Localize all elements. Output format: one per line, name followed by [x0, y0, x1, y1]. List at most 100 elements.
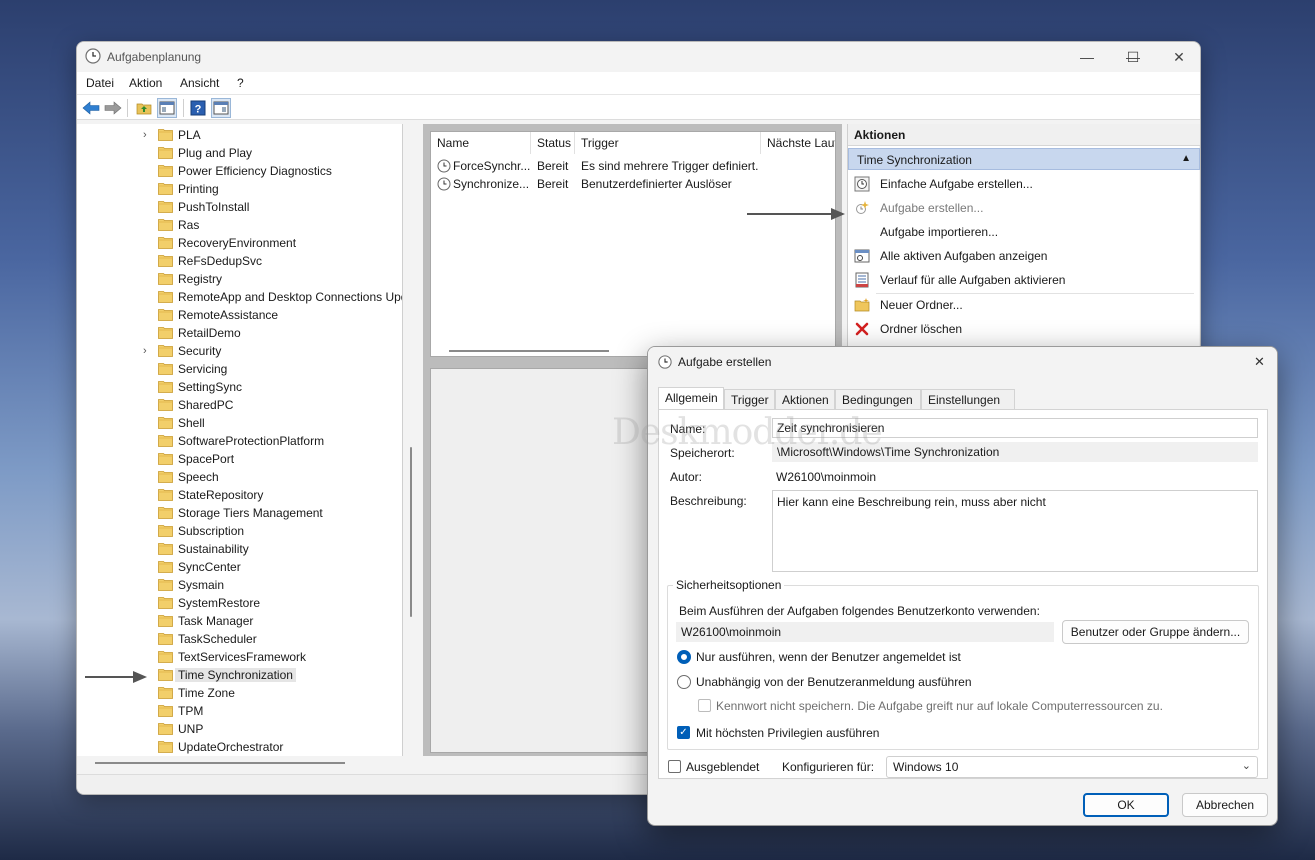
back-arrow-icon[interactable]	[81, 98, 101, 118]
tree-item[interactable]: SystemRestore	[77, 594, 402, 612]
task-name: Synchronize...	[453, 177, 530, 191]
tree-item[interactable]: Storage Tiers Management	[77, 504, 402, 522]
task-trigger: Benutzerdefinierter Auslöser	[581, 177, 732, 191]
maximize-button[interactable]: ☐	[1110, 42, 1156, 72]
tree-item-label: PushToInstall	[178, 200, 250, 214]
tree-horizontal-scrollbar[interactable]	[95, 762, 345, 764]
tree-vertical-scrollbar[interactable]	[410, 447, 412, 617]
up-folder-icon[interactable]	[134, 98, 154, 118]
tree-item[interactable]: Sustainability	[77, 540, 402, 558]
action-create-basic-task[interactable]: Einfache Aufgabe erstellen...	[848, 172, 1200, 196]
collapse-chevron-icon[interactable]: ▲	[1181, 153, 1191, 164]
tree-item-label: Time Zone	[178, 686, 235, 700]
tree-item[interactable]: Sysmain	[77, 576, 402, 594]
menu-datei[interactable]: Datei	[86, 76, 114, 90]
action-new-folder[interactable]: Neuer Ordner...	[848, 293, 1200, 317]
menu-help[interactable]: ?	[237, 76, 244, 90]
tree-item[interactable]: Subscription	[77, 522, 402, 540]
tree-item[interactable]: RemoteApp and Desktop Connections Upd	[77, 288, 402, 306]
menu-ansicht[interactable]: Ansicht	[180, 76, 219, 90]
tab-aktionen[interactable]: Aktionen	[775, 389, 835, 409]
minimize-button[interactable]: —	[1064, 42, 1110, 72]
configure-for-select[interactable]: Windows 10 ⌄	[886, 756, 1258, 778]
column-header-status[interactable]: Status	[531, 132, 575, 154]
tree-item[interactable]: TextServicesFramework	[77, 648, 402, 666]
table-row[interactable]: Synchronize... Bereit Benutzerdefinierte…	[431, 175, 835, 193]
tree-item[interactable]: › PLA	[77, 126, 402, 144]
hidden-label: Ausgeblendet	[686, 760, 760, 774]
description-textarea[interactable]: Hier kann eine Beschreibung rein, muss a…	[772, 490, 1258, 572]
tree-item[interactable]: Printing	[77, 180, 402, 198]
dialog-close-button[interactable]: ✕	[1254, 354, 1265, 370]
tree-item[interactable]: SoftwareProtectionPlatform	[77, 432, 402, 450]
tree-item[interactable]: Power Efficiency Diagnostics	[77, 162, 402, 180]
tab-bedingungen[interactable]: Bedingungen	[835, 389, 921, 409]
change-user-button[interactable]: Benutzer oder Gruppe ändern...	[1062, 620, 1249, 644]
tree-item[interactable]: Shell	[77, 414, 402, 432]
tree-item[interactable]: RetailDemo	[77, 324, 402, 342]
menu-aktion[interactable]: Aktion	[129, 76, 162, 90]
radio-only-logged-on-label: Nur ausführen, wenn der Benutzer angemel…	[696, 650, 961, 664]
tree-item[interactable]: Speech	[77, 468, 402, 486]
highest-privileges-checkbox[interactable]: ✓	[677, 726, 690, 739]
tree-item[interactable]: StateRepository	[77, 486, 402, 504]
action-import-task[interactable]: Aufgabe importieren...	[848, 220, 1200, 244]
tree-item[interactable]: RecoveryEnvironment	[77, 234, 402, 252]
column-header-next-run[interactable]: Nächste Lauf	[761, 132, 835, 154]
title-bar[interactable]: Aufgabenplanung —	[77, 42, 1200, 72]
ok-button[interactable]: OK	[1083, 793, 1169, 817]
close-button[interactable]: ✕	[1156, 42, 1200, 72]
annotation-arrow-tree	[85, 676, 135, 678]
actions-group-time-synchronization[interactable]: Time Synchronization ▲	[848, 148, 1200, 170]
tree-item[interactable]: Task Manager	[77, 612, 402, 630]
tree-item[interactable]: Servicing	[77, 360, 402, 378]
tree-item[interactable]: Ras	[77, 216, 402, 234]
tree-item[interactable]: SettingSync	[77, 378, 402, 396]
dialog-title-bar[interactable]: Aufgabe erstellen ✕	[648, 347, 1277, 379]
radio-only-logged-on[interactable]	[677, 650, 691, 664]
task-clock-icon	[437, 159, 451, 173]
tree-item[interactable]: SharedPC	[77, 396, 402, 414]
help-icon[interactable]: ?	[188, 98, 208, 118]
show-hide-console-icon[interactable]	[157, 98, 177, 118]
radio-independent-logon[interactable]	[677, 675, 691, 689]
tree-item[interactable]: RemoteAssistance	[77, 306, 402, 324]
svg-text:?: ?	[195, 104, 202, 116]
tree-item-label: Servicing	[178, 362, 228, 376]
column-header-trigger[interactable]: Trigger	[575, 132, 761, 154]
tree-item-label: SettingSync	[178, 380, 243, 394]
tree-item[interactable]: TPM	[77, 702, 402, 720]
tab-allgemein[interactable]: Allgemein	[658, 387, 724, 409]
tree-item[interactable]: Registry	[77, 270, 402, 288]
tree-item-label: Registry	[178, 272, 223, 286]
folder-icon	[158, 398, 173, 411]
tree-item[interactable]: TaskScheduler	[77, 630, 402, 648]
action-enable-history[interactable]: Verlauf für alle Aufgaben aktivieren	[848, 268, 1200, 292]
tree-item[interactable]: Time Synchronization	[77, 666, 402, 684]
tree-item[interactable]: UpdateOrchestrator	[77, 738, 402, 756]
tree-item[interactable]: SyncCenter	[77, 558, 402, 576]
folder-icon	[158, 506, 173, 519]
action-create-task[interactable]: Aufgabe erstellen...	[848, 196, 1200, 220]
cancel-button[interactable]: Abbrechen	[1182, 793, 1268, 817]
show-action-pane-icon[interactable]	[211, 98, 231, 118]
forward-arrow-icon[interactable]	[103, 98, 123, 118]
tree-item[interactable]: PushToInstall	[77, 198, 402, 216]
column-header-name[interactable]: Name	[431, 132, 531, 154]
action-show-running-tasks[interactable]: Alle aktiven Aufgaben anzeigen	[848, 244, 1200, 268]
action-delete-folder[interactable]: Ordner löschen	[848, 317, 1200, 341]
chevron-right-icon[interactable]: ›	[143, 129, 147, 141]
no-password-checkbox[interactable]	[698, 699, 711, 712]
hidden-checkbox[interactable]	[668, 760, 681, 773]
tab-trigger[interactable]: Trigger	[724, 389, 775, 409]
tree-item[interactable]: › Security	[77, 342, 402, 360]
tab-einstellungen[interactable]: Einstellungen	[921, 389, 1015, 409]
chevron-right-icon[interactable]: ›	[143, 345, 147, 357]
list-horizontal-scrollbar[interactable]	[449, 350, 609, 352]
tree-item[interactable]: UNP	[77, 720, 402, 738]
table-row[interactable]: ForceSynchr... Bereit Es sind mehrere Tr…	[431, 157, 835, 175]
tree-item[interactable]: Plug and Play	[77, 144, 402, 162]
tree-item[interactable]: ReFsDedupSvc	[77, 252, 402, 270]
tree-item[interactable]: Time Zone	[77, 684, 402, 702]
tree-item[interactable]: SpacePort	[77, 450, 402, 468]
